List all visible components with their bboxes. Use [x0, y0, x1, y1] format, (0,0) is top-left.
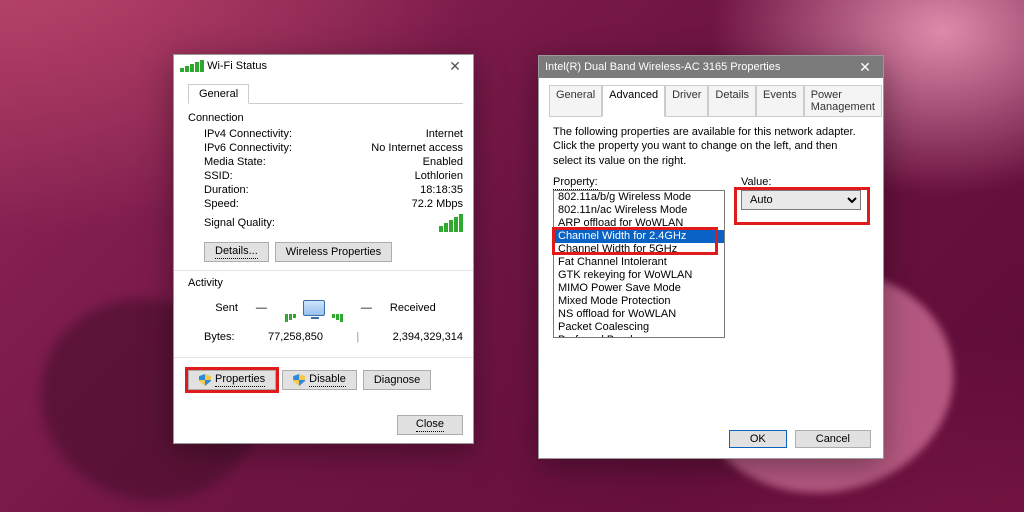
property-item[interactable]: Mixed Mode Protection — [554, 295, 724, 308]
close-icon[interactable]: ✕ — [853, 56, 877, 78]
property-item[interactable]: 802.11n/ac Wireless Mode — [554, 204, 724, 217]
sent-label: Sent — [215, 302, 238, 314]
property-item[interactable]: Channel Width for 2.4GHz — [554, 230, 724, 243]
property-item[interactable]: Packet Coalescing — [554, 321, 724, 334]
tab-events[interactable]: Events — [756, 85, 804, 117]
tab-advanced[interactable]: Advanced — [602, 85, 665, 117]
group-connection: Connection — [188, 112, 463, 128]
ssid-label: SSID: — [204, 170, 233, 182]
disable-button[interactable]: Disable — [282, 370, 357, 390]
tab-driver[interactable]: Driver — [665, 85, 708, 117]
wifi-title: Wi-Fi Status — [207, 60, 443, 72]
group-activity: Activity — [188, 277, 463, 291]
shield-icon — [199, 374, 211, 386]
property-item[interactable]: Fat Channel Intolerant — [554, 256, 724, 269]
property-label: Property: — [553, 176, 725, 188]
tab-general[interactable]: General — [188, 84, 249, 104]
property-item[interactable]: 802.11a/b/g Wireless Mode — [554, 191, 724, 204]
duration-value: 18:18:35 — [420, 184, 463, 196]
value-label: Value: — [741, 176, 869, 188]
ssid-value: Lothlorien — [415, 170, 463, 182]
ok-button[interactable]: OK — [729, 430, 787, 448]
value-combobox[interactable]: Auto — [741, 190, 861, 210]
bytes-sent: 77,258,850 — [268, 331, 323, 343]
details-button[interactable]: Details... — [204, 242, 269, 262]
duration-label: Duration: — [204, 184, 249, 196]
bytes-label: Bytes: — [204, 331, 235, 343]
speed-label: Speed: — [204, 198, 239, 210]
cancel-button[interactable]: Cancel — [795, 430, 871, 448]
intro-text: The following properties are available f… — [553, 125, 869, 168]
shield-icon — [293, 374, 305, 386]
wifi-tabs: General — [188, 83, 463, 104]
diagnose-button[interactable]: Diagnose — [363, 370, 431, 390]
props-tabs: General Advanced Driver Details Events P… — [549, 84, 873, 117]
wifi-titlebar[interactable]: Wi-Fi Status ✕ — [174, 55, 473, 77]
signal-bars-icon — [439, 214, 463, 232]
received-label: Received — [390, 302, 436, 314]
props-titlebar[interactable]: Intel(R) Dual Band Wireless-AC 3165 Prop… — [539, 56, 883, 78]
ipv4-label: IPv4 Connectivity: — [204, 128, 292, 140]
property-item[interactable]: Channel Width for 5GHz — [554, 243, 724, 256]
media-value: Enabled — [423, 156, 463, 168]
property-item[interactable]: ARP offload for WoWLAN — [554, 217, 724, 230]
properties-button[interactable]: Properties — [188, 370, 276, 390]
ipv4-value: Internet — [426, 128, 463, 140]
close-button[interactable]: Close — [397, 415, 463, 435]
bytes-received: 2,394,329,314 — [393, 331, 463, 343]
wifi-status-window: Wi-Fi Status ✕ General Connection IPv4 C… — [173, 54, 474, 444]
ipv6-value: No Internet access — [371, 142, 463, 154]
close-icon[interactable]: ✕ — [443, 55, 467, 77]
tab-power-management[interactable]: Power Management — [804, 85, 882, 117]
divider — [174, 357, 473, 358]
property-item[interactable]: Preferred Band — [554, 334, 724, 337]
tab-details[interactable]: Details — [708, 85, 756, 117]
divider — [174, 270, 473, 271]
property-item[interactable]: NS offload for WoWLAN — [554, 308, 724, 321]
media-label: Media State: — [204, 156, 266, 168]
bytes-separator: | — [356, 331, 359, 343]
wireless-properties-button[interactable]: Wireless Properties — [275, 242, 392, 262]
props-title: Intel(R) Dual Band Wireless-AC 3165 Prop… — [545, 61, 853, 73]
ipv6-label: IPv6 Connectivity: — [204, 142, 292, 154]
tab-general[interactable]: General — [549, 85, 602, 117]
adapter-properties-window: Intel(R) Dual Band Wireless-AC 3165 Prop… — [538, 55, 884, 459]
signal-quality-label: Signal Quality: — [204, 217, 275, 229]
speed-value: 72.2 Mbps — [412, 198, 463, 210]
property-item[interactable]: GTK rekeying for WoWLAN — [554, 269, 724, 282]
wifi-icon — [180, 60, 204, 72]
property-listbox[interactable]: 802.11a/b/g Wireless Mode802.11n/ac Wire… — [553, 190, 725, 338]
network-activity-icon — [285, 291, 343, 325]
property-item[interactable]: MIMO Power Save Mode — [554, 282, 724, 295]
